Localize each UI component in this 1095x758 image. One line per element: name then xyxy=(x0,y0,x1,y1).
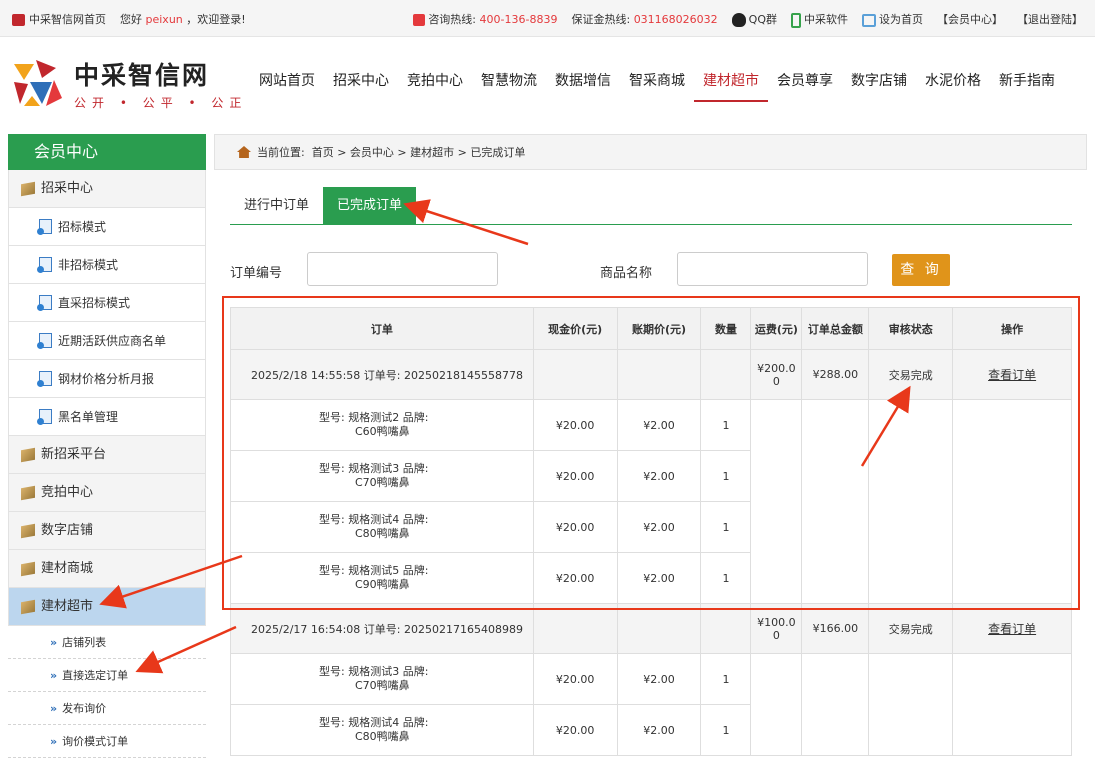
annotation-arrows xyxy=(99,199,911,674)
arrow-to-materials-market xyxy=(99,554,243,609)
arrow-to-status xyxy=(860,385,911,467)
arrow-to-completed-tab xyxy=(403,199,529,246)
arrow-to-direct-orders xyxy=(135,625,237,674)
